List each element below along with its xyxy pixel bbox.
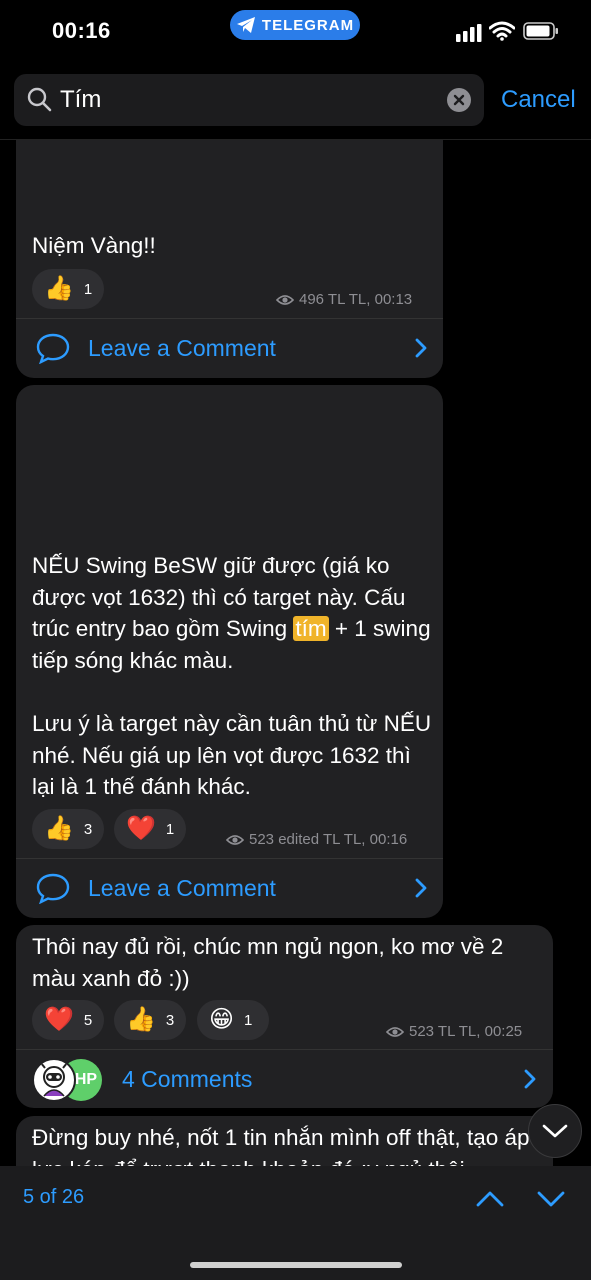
leave-comment-label: Leave a Comment xyxy=(88,874,276,901)
home-indicator xyxy=(190,1262,402,1268)
result-counter: 5 of 26 xyxy=(23,1186,85,1208)
battery-icon xyxy=(523,22,558,40)
grinning-face-icon: 😁 xyxy=(209,1006,235,1033)
reaction-count: 1 xyxy=(165,820,175,838)
scroll-to-bottom-button[interactable] xyxy=(528,1104,582,1158)
comment-bubble-icon xyxy=(36,333,70,364)
chevron-right-icon xyxy=(415,338,427,358)
comments-count-label: 4 Comments xyxy=(122,1065,253,1092)
message-meta: 523 edited TL TL, 00:16 xyxy=(226,831,407,848)
cellular-signal-icon xyxy=(456,24,482,42)
heart-icon: ❤️ xyxy=(44,1006,74,1033)
commenter-avatars: HP xyxy=(32,1057,110,1102)
reaction-count: 1 xyxy=(244,1011,253,1029)
thumbs-up-icon: 👍 xyxy=(44,275,74,302)
telegram-pill-label: TELEGRAM xyxy=(261,16,355,34)
message-meta-text: 523 TL TL, 00:25 xyxy=(409,1023,523,1040)
chevron-up-icon xyxy=(476,1191,504,1207)
thumbs-up-icon: 👍 xyxy=(44,815,74,842)
eye-icon xyxy=(276,294,294,305)
reaction-grin[interactable]: 😁 1 xyxy=(197,1000,269,1040)
message-text: Lưu ý là target này cần tuân thủ từ NẾU … xyxy=(32,711,432,799)
message-text: NẾU Swing BeSW giữ được (giá ko được vọt… xyxy=(32,550,432,676)
search-icon xyxy=(27,87,52,112)
comment-divider xyxy=(16,318,443,319)
eye-icon xyxy=(226,834,244,845)
next-result-button[interactable] xyxy=(531,1182,571,1216)
astronaut-avatar-icon xyxy=(40,1062,68,1097)
message-meta: 523 TL TL, 00:25 xyxy=(386,1023,522,1040)
reaction-count: 3 xyxy=(165,1011,175,1029)
chevron-down-icon xyxy=(537,1191,565,1207)
reaction-heart[interactable]: ❤️ 5 xyxy=(32,1000,104,1040)
telegram-pill[interactable]: TELEGRAM xyxy=(230,10,360,40)
comment-divider xyxy=(16,1049,553,1050)
reaction-heart[interactable]: ❤️ 1 xyxy=(114,809,186,849)
reaction-thumbs-up[interactable]: 👍 1 xyxy=(32,269,104,309)
chevron-right-icon xyxy=(415,878,427,898)
leave-comment-button[interactable]: Leave a Comment xyxy=(36,870,428,906)
search-input[interactable]: Tím xyxy=(60,86,101,114)
message-meta-text: 523 edited TL TL, 00:16 xyxy=(249,831,408,848)
clear-search-button[interactable] xyxy=(447,88,471,112)
reaction-count: 5 xyxy=(83,1011,93,1029)
wifi-icon xyxy=(489,21,515,41)
thumbs-up-icon: 👍 xyxy=(126,1006,156,1033)
reaction-thumbs-up[interactable]: 👍 3 xyxy=(32,809,104,849)
leave-comment-label: Leave a Comment xyxy=(88,334,276,361)
avatar-initials: HP xyxy=(74,1071,98,1088)
avatar xyxy=(32,1058,76,1102)
reaction-count: 3 xyxy=(83,820,93,838)
heart-icon: ❤️ xyxy=(126,815,156,842)
eye-icon xyxy=(386,1026,404,1037)
search-highlight: tím xyxy=(293,616,329,641)
chevron-down-icon xyxy=(542,1124,568,1138)
chevron-right-icon xyxy=(524,1069,536,1089)
reaction-count: 1 xyxy=(83,280,93,298)
close-icon xyxy=(453,94,465,106)
message-meta-text: 496 TL TL, 00:13 xyxy=(299,291,413,308)
telegram-plane-icon xyxy=(236,17,255,33)
message-text: Thôi nay đủ rồi, chúc mn ngủ ngon, ko mơ… xyxy=(32,934,504,991)
message-text: Niệm Vàng!! xyxy=(32,233,156,258)
comment-bubble-icon xyxy=(36,873,70,904)
status-time: 00:16 xyxy=(52,18,111,43)
comments-button[interactable]: HP 4 Comments xyxy=(32,1056,537,1102)
leave-comment-button[interactable]: Leave a Comment xyxy=(36,330,428,366)
message-meta: 496 TL TL, 00:13 xyxy=(276,291,412,308)
previous-result-button[interactable] xyxy=(470,1182,510,1216)
comment-divider xyxy=(16,858,443,859)
cancel-button[interactable]: Cancel xyxy=(501,86,576,114)
reaction-thumbs-up[interactable]: 👍 3 xyxy=(114,1000,186,1040)
